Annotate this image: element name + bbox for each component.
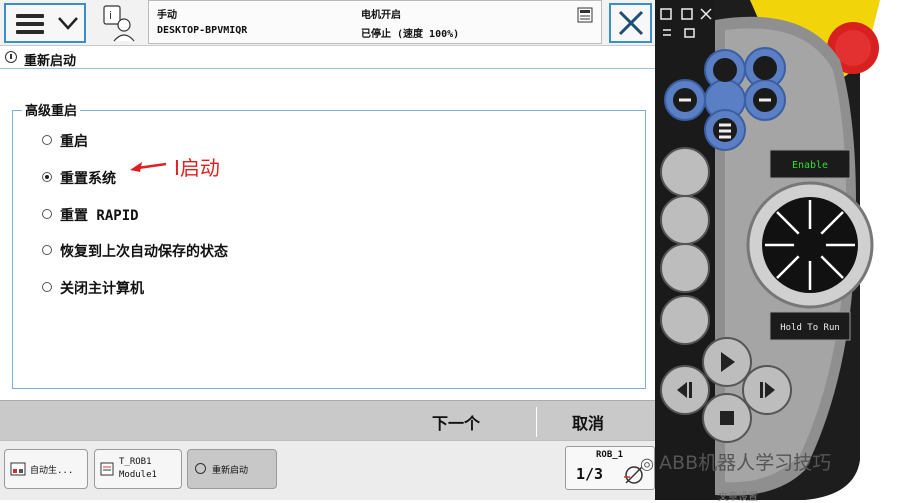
- chevron-down-icon: [58, 17, 78, 30]
- wechat-icon: ◎: [640, 454, 660, 473]
- watermark-text: ABB机器人学习技巧: [659, 452, 832, 474]
- motor-state: 电机开启: [361, 10, 401, 21]
- divider: [536, 407, 537, 437]
- abb-menu-button[interactable]: [4, 3, 86, 43]
- red-annotation: I启动: [128, 152, 248, 182]
- option-label: 重启: [60, 134, 88, 150]
- user-info-icon[interactable]: i: [98, 3, 142, 43]
- radio-button[interactable]: [42, 135, 52, 145]
- option-label: 重置系统: [60, 171, 116, 187]
- increment-fraction: 1/3: [576, 465, 604, 483]
- event-log-icon[interactable]: [577, 7, 593, 23]
- option-label: 恢复到上次自动保存的状态: [60, 244, 228, 260]
- view-title: 重新启动: [24, 54, 77, 69]
- auto-mode-icon: [10, 462, 26, 476]
- operating-mode: 手动: [157, 10, 177, 21]
- radio-button-selected[interactable]: [42, 172, 52, 182]
- annotation-text: I启动: [174, 156, 220, 180]
- mechanical-unit-label: ROB_1: [596, 450, 624, 460]
- red-arrow-icon: [130, 162, 167, 172]
- status-panel[interactable]: 手动 DESKTOP-BPVMIQR 电机开启 已停止 (速度 100%): [148, 0, 602, 44]
- task-label: 自动生...: [30, 466, 74, 476]
- action-bar: 下一个 取消: [0, 400, 655, 440]
- task-label: 重新启动: [212, 466, 249, 476]
- flexpendant-screen: i 手动 DESKTOP-BPVMIQR 电机开启 已停止 (速度 100%): [0, 0, 655, 500]
- option-label: 关闭主计算机: [60, 281, 144, 297]
- hamburger-icon: [16, 14, 44, 34]
- hold-to-run-label: Hold To Run: [780, 323, 840, 333]
- restart-icon: [195, 463, 206, 474]
- pendant-hardware: Enable Hold To Run: [655, 0, 905, 500]
- task-program-editor[interactable]: T_ROB1 Module1: [94, 449, 182, 489]
- system-name: DESKTOP-BPVMIQR: [157, 25, 248, 36]
- next-button[interactable]: 下一个: [432, 410, 480, 434]
- radio-button[interactable]: [42, 282, 52, 292]
- radio-button[interactable]: [42, 209, 52, 219]
- group-title: 高级重启: [22, 100, 81, 119]
- enable-label: Enable: [792, 160, 828, 171]
- watermark-subtext: 文章设置: [718, 492, 758, 503]
- main-content: 高级重启 重启 重置系统 重置 RAPID 恢复到上次自动保存的状态 关闭主计算…: [0, 70, 655, 400]
- task-auto-produce[interactable]: 自动生...: [4, 449, 88, 489]
- restart-icon: [5, 51, 17, 63]
- close-icon: [618, 10, 644, 36]
- radio-button[interactable]: [42, 245, 52, 255]
- task-restart[interactable]: 重新启动: [187, 449, 277, 489]
- view-title-bar: 重新启动: [0, 47, 655, 69]
- top-bar: i 手动 DESKTOP-BPVMIQR 电机开启 已停止 (速度 100%): [0, 0, 655, 46]
- close-button[interactable]: [609, 3, 652, 43]
- svg-text:i: i: [109, 9, 112, 22]
- watermark: ◎ ABB机器人学习技巧: [640, 448, 831, 475]
- task-bar: 自动生... T_ROB1 Module1 重新启动: [0, 440, 655, 500]
- task-label-line1: T_ROB1: [119, 457, 152, 467]
- task-label-line2: Module1: [119, 470, 157, 480]
- cancel-button[interactable]: 取消: [572, 410, 604, 434]
- program-editor-icon: [100, 462, 114, 476]
- option-label: 重置 RAPID: [60, 208, 139, 224]
- program-state: 已停止 (速度 100%): [361, 29, 460, 40]
